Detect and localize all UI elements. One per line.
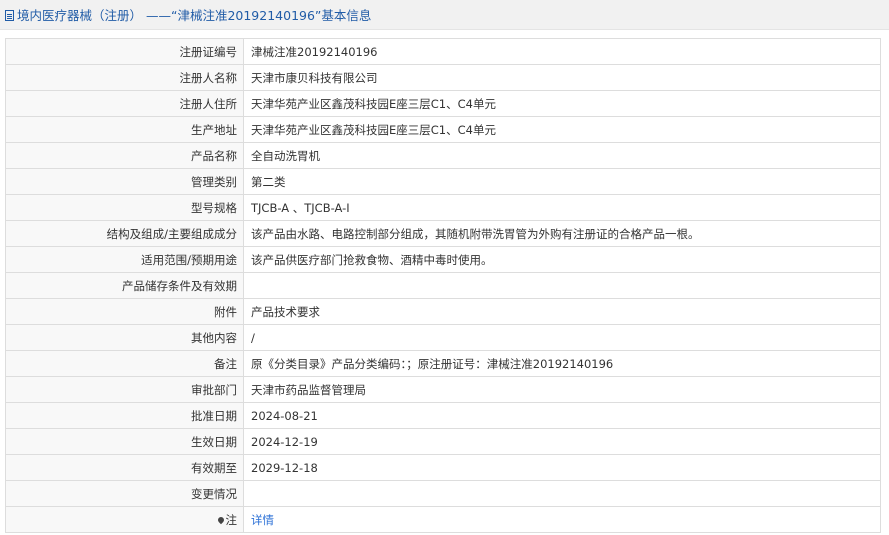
note-row: 注详情 <box>5 506 881 533</box>
field-label: 附件 <box>5 298 244 325</box>
field-label: 变更情况 <box>5 480 244 507</box>
field-label: 备注 <box>5 350 244 377</box>
note-label: 注 <box>225 512 238 527</box>
field-value: 2024-12-19 <box>243 428 881 455</box>
table-row: 型号规格 TJCB-A 、TJCB-A-I <box>5 194 881 221</box>
field-label: 注册证编号 <box>5 38 244 65</box>
field-label: 有效期至 <box>5 454 244 481</box>
table-row: 生效日期 2024-12-19 <box>5 428 881 455</box>
table-row: 变更情况 <box>5 480 881 507</box>
info-table-container: 注册证编号 津械注准20192140196 注册人名称 天津市康贝科技有限公司 注册人住… <box>5 38 881 533</box>
field-value: 2029-12-18 <box>243 454 881 481</box>
table-row: 附件 产品技术要求 <box>5 298 881 325</box>
table-row: 备注 原《分类目录》产品分类编码：；原注册证号：津械注准20192140196 <box>5 350 881 377</box>
table-row: 产品名称 全自动洗胃机 <box>5 142 881 169</box>
field-label: 管理类别 <box>5 168 244 195</box>
field-value: 天津华苑产业区鑫茂科技园E座三层C1、C4单元 <box>243 90 881 117</box>
table-row: 管理类别 第二类 <box>5 168 881 195</box>
page-title: 境内医疗器械（注册） ——“津械注准20192140196”基本信息 <box>17 8 372 23</box>
field-value: 天津华苑产业区鑫茂科技园E座三层C1、C4单元 <box>243 116 881 143</box>
field-label: 结构及组成/主要组成成分 <box>5 220 244 247</box>
field-label: 其他内容 <box>5 324 244 351</box>
field-value: 该产品由水路、电路控制部分组成，其随机附带洗胃管为外购有注册证的合格产品一根。 <box>243 220 881 247</box>
table-row: 审批部门 天津市药品监督管理局 <box>5 376 881 403</box>
field-label: 适用范围/预期用途 <box>5 246 244 273</box>
table-row: 批准日期 2024-08-21 <box>5 402 881 429</box>
field-label: 注册人名称 <box>5 64 244 91</box>
field-label: 生产地址 <box>5 116 244 143</box>
table-row: 产品储存条件及有效期 <box>5 272 881 299</box>
field-value: 全自动洗胃机 <box>243 142 881 169</box>
field-label: 批准日期 <box>5 402 244 429</box>
page-header: 境内医疗器械（注册） ——“津械注准20192140196”基本信息 <box>0 0 889 30</box>
table-row: 结构及组成/主要组成成分 该产品由水路、电路控制部分组成，其随机附带洗胃管为外购有… <box>5 220 881 247</box>
field-label: 产品名称 <box>5 142 244 169</box>
field-value: 第二类 <box>243 168 881 195</box>
field-value <box>243 272 881 299</box>
table-row: 其他内容 / <box>5 324 881 351</box>
field-value: 2024-08-21 <box>243 402 881 429</box>
field-label: 型号规格 <box>5 194 244 221</box>
detail-link[interactable]: 详情 <box>251 513 274 527</box>
document-icon <box>5 9 14 21</box>
info-table: 注册证编号 津械注准20192140196 注册人名称 天津市康贝科技有限公司 注册人住… <box>5 38 881 533</box>
note-value-cell: 详情 <box>243 506 881 533</box>
pin-icon <box>216 515 225 524</box>
field-label: 审批部门 <box>5 376 244 403</box>
field-label: 注册人住所 <box>5 90 244 117</box>
table-row: 生产地址 天津华苑产业区鑫茂科技园E座三层C1、C4单元 <box>5 116 881 143</box>
field-value: / <box>243 324 881 351</box>
table-row: 注册证编号 津械注准20192140196 <box>5 38 881 65</box>
field-value: 天津市药品监督管理局 <box>243 376 881 403</box>
field-label: 产品储存条件及有效期 <box>5 272 244 299</box>
info-table-body: 注册证编号 津械注准20192140196 注册人名称 天津市康贝科技有限公司 注册人住… <box>5 38 881 533</box>
field-value: 该产品供医疗部门抢救食物、酒精中毒时使用。 <box>243 246 881 273</box>
field-label: 生效日期 <box>5 428 244 455</box>
field-value: 产品技术要求 <box>243 298 881 325</box>
field-value: 津械注准20192140196 <box>243 38 881 65</box>
field-value <box>243 480 881 507</box>
field-value: 天津市康贝科技有限公司 <box>243 64 881 91</box>
note-label-cell: 注 <box>5 506 244 533</box>
field-value: TJCB-A 、TJCB-A-I <box>243 194 881 221</box>
field-value: 原《分类目录》产品分类编码：；原注册证号：津械注准20192140196 <box>243 350 881 377</box>
table-row: 有效期至 2029-12-18 <box>5 454 881 481</box>
table-row: 注册人名称 天津市康贝科技有限公司 <box>5 64 881 91</box>
table-row: 适用范围/预期用途 该产品供医疗部门抢救食物、酒精中毒时使用。 <box>5 246 881 273</box>
table-row: 注册人住所 天津华苑产业区鑫茂科技园E座三层C1、C4单元 <box>5 90 881 117</box>
